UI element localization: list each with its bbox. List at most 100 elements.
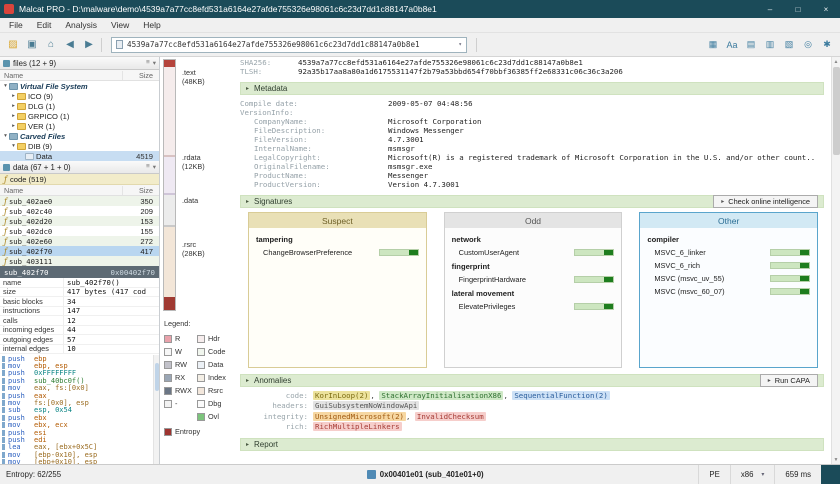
signature-row[interactable]: FingerprintHardware (452, 273, 615, 286)
filter-icon[interactable]: ≡ (146, 163, 150, 171)
anomaly-tag[interactable]: StackArrayInitialisationX86 (379, 391, 503, 400)
function-row[interactable]: ƒsub_402ae0350 (0, 196, 159, 206)
function-row[interactable]: ƒsub_402c40209 (0, 206, 159, 216)
graph-view-icon[interactable]: ▧ (780, 36, 798, 53)
expander-icon[interactable]: ▸ (10, 113, 17, 119)
score-bar (770, 262, 810, 269)
search-icon[interactable]: ◎ (799, 36, 817, 53)
minimize-button[interactable]: – (756, 0, 784, 18)
files-column-header[interactable]: Name Size (0, 70, 159, 81)
data-column-header[interactable]: Name Size (0, 185, 159, 196)
filter-icon[interactable]: ≡ (146, 59, 150, 67)
column-size[interactable]: Size (123, 71, 159, 80)
chevron-down-icon[interactable]: ▾ (458, 41, 462, 48)
signature-row[interactable]: MSVC (msvc_60_07) (647, 285, 810, 298)
expand-icon[interactable]: ▸ (246, 85, 249, 92)
expander-icon[interactable]: ▾ (10, 143, 17, 149)
segment-label[interactable]: .rdata (12KB) (182, 154, 205, 171)
save-icon[interactable]: ▣ (23, 36, 41, 53)
segment-label[interactable]: .rsrc (28KB) (182, 241, 205, 258)
section-report[interactable]: ▸ Report (240, 438, 824, 451)
section-anomalies[interactable]: ▸ Anomalies ▸ Run CAPA (240, 374, 824, 387)
settings-icon[interactable]: ✱ (818, 36, 836, 53)
function-row[interactable]: ƒsub_403111 (0, 256, 159, 266)
anomaly-tag[interactable]: SequentialFunction(2) (512, 391, 609, 400)
menu-analysis[interactable]: Analysis (58, 20, 104, 30)
section-signatures[interactable]: ▸ Signatures ▸ Check online intelligence (240, 195, 824, 208)
file-map-strip[interactable] (163, 59, 176, 311)
scroll-thumb[interactable] (833, 67, 840, 155)
scroll-up-icon[interactable]: ▲ (834, 57, 839, 66)
address-combobox[interactable]: 4539a7a77cc8efd531a6164e27afde755326e980… (111, 37, 467, 53)
code-group-row[interactable]: ƒ code (519) (0, 174, 159, 185)
maximize-button[interactable]: □ (784, 0, 812, 18)
text-view-icon[interactable]: Aa (723, 36, 741, 53)
function-row[interactable]: ƒsub_402e60272 (0, 236, 159, 246)
tree-row[interactable]: ▸ICO (9) (0, 91, 159, 101)
menu-view[interactable]: View (104, 20, 136, 30)
expander-icon[interactable]: ▸ (10, 93, 17, 99)
segment-label[interactable]: .data (182, 197, 198, 206)
column-name[interactable]: Name (0, 186, 123, 195)
collapse-panel-icon[interactable]: ▾ (153, 163, 156, 171)
tree-row[interactable]: ▸VER (1) (0, 121, 159, 131)
tree-row[interactable]: ▸GRPICO (1) (0, 111, 159, 121)
arch-select[interactable]: x86 ▾ (730, 465, 775, 484)
scroll-thumb[interactable] (155, 363, 159, 391)
check-online-intelligence-button[interactable]: ▸ Check online intelligence (713, 195, 818, 208)
left-scrollbar[interactable] (153, 355, 159, 464)
entropy-status: Entropy: 62/255 (0, 470, 152, 479)
menu-edit[interactable]: Edit (30, 20, 59, 30)
expander-icon[interactable]: ▸ (10, 123, 17, 129)
tree-row[interactable]: ▾DIB (9) (0, 141, 159, 151)
anomaly-tag[interactable]: RichMultipleLinkers (313, 422, 402, 431)
signature-row[interactable]: MSVC_6_linker (647, 246, 810, 259)
collapse-panel-icon[interactable]: ▾ (153, 59, 156, 67)
section-metadata[interactable]: ▸ Metadata (240, 82, 824, 95)
hex-view-icon[interactable]: ▦ (704, 36, 722, 53)
scroll-down-icon[interactable]: ▼ (834, 455, 839, 464)
tree-row[interactable]: ▾Carved Files (0, 131, 159, 141)
function-row[interactable]: ƒsub_402dc0155 (0, 226, 159, 236)
segment-label[interactable]: .text (48KB) (182, 69, 205, 86)
expand-icon[interactable]: ▸ (246, 198, 249, 205)
expand-icon[interactable]: ▸ (246, 377, 249, 384)
expand-icon[interactable]: ▸ (246, 441, 249, 448)
resize-grip[interactable] (821, 465, 840, 484)
signature-row[interactable]: ChangeBrowserPreference (256, 246, 419, 259)
data-panel-header[interactable]: data (67 + 1 + 0) ≡▾ (0, 161, 159, 174)
report-scrollbar[interactable]: ▲ ▼ (831, 57, 840, 464)
disassembly-line[interactable]: mov[ebp+0x10], esp (0, 458, 159, 464)
anomaly-tag[interactable]: InvalidChecksum (415, 412, 486, 421)
close-button[interactable]: × (812, 0, 840, 18)
function-row[interactable]: ƒsub_402d20153 (0, 216, 159, 226)
section-swatch (197, 335, 205, 343)
menu-file[interactable]: File (2, 20, 30, 30)
forward-icon[interactable]: ▶ (80, 36, 98, 53)
anomaly-tag[interactable]: KorInLoop(2) (313, 391, 370, 400)
expander-icon[interactable]: ▾ (2, 83, 9, 89)
structure-view-icon[interactable]: ▥ (761, 36, 779, 53)
expander-icon[interactable]: ▾ (2, 133, 9, 139)
legend-row: RWXRsrc (164, 384, 230, 397)
anomaly-tag[interactable]: UnsignedMicrosoft(2) (313, 412, 406, 421)
files-panel-header[interactable]: files (12 + 9) ≡▾ (0, 57, 159, 70)
anomaly-tag[interactable]: GuiSubsystemNoWindowApi (313, 401, 419, 410)
back-icon[interactable]: ◀ (61, 36, 79, 53)
run-capa-button[interactable]: ▸ Run CAPA (760, 374, 818, 387)
open-file-icon[interactable]: ▨ (4, 36, 22, 53)
tree-row[interactable]: ▾Virtual File System (0, 81, 159, 91)
column-size[interactable]: Size (123, 186, 159, 195)
tree-row[interactable]: Data4519 (0, 151, 159, 161)
strings-view-icon[interactable]: ▤ (742, 36, 760, 53)
column-name[interactable]: Name (0, 71, 123, 80)
home-icon[interactable]: ⌂ (42, 36, 60, 53)
signature-row[interactable]: CustomUserAgent (452, 246, 615, 259)
menu-help[interactable]: Help (136, 20, 167, 30)
signature-row[interactable]: ElevatePrivileges (452, 300, 615, 313)
function-row[interactable]: ƒsub_402f70417 (0, 246, 159, 256)
signature-row[interactable]: MSVC_6_rich (647, 259, 810, 272)
tree-row[interactable]: ▸DLG (1) (0, 101, 159, 111)
signature-row[interactable]: MSVC (msvc_uv_55) (647, 272, 810, 285)
expander-icon[interactable]: ▸ (10, 103, 17, 109)
